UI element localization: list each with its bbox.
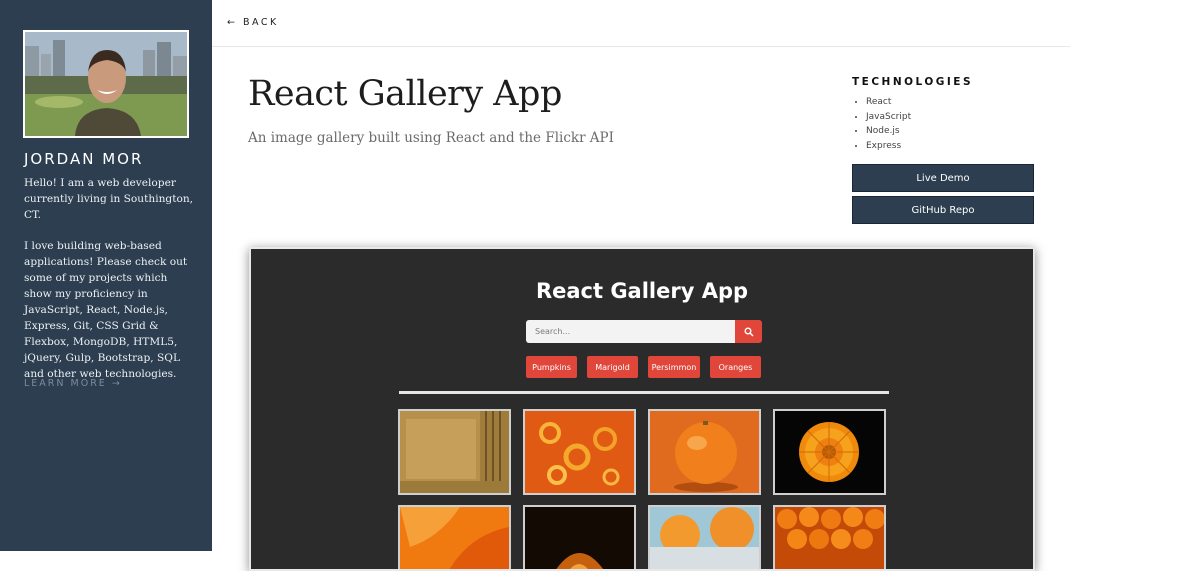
technologies-list: React JavaScript Node.js Express — [852, 95, 911, 153]
profile-bio: Hello! I am a web developer currently li… — [24, 175, 196, 397]
preview-app-title: React Gallery App — [535, 279, 749, 303]
gallery-thumbnail[interactable] — [773, 505, 886, 569]
search-icon — [744, 327, 754, 337]
gallery-thumbnail[interactable] — [648, 409, 761, 495]
preview-search-input[interactable] — [526, 320, 735, 343]
gallery-thumbnail[interactable] — [523, 409, 636, 495]
technologies-heading: TECHNOLOGIES — [852, 76, 974, 88]
profile-name: JORDAN MOR — [24, 150, 144, 168]
top-bar: ← BACK — [212, 0, 1070, 47]
bio-paragraph: I love building web-based applications! … — [24, 240, 188, 380]
preview-search-button[interactable] — [735, 320, 762, 343]
project-screenshot: React Gallery App Pumpkins Marigold Pers… — [249, 247, 1035, 571]
technology-item: Node.js — [866, 124, 911, 139]
github-repo-button[interactable]: GitHub Repo — [852, 196, 1034, 224]
project-title: React Gallery App — [248, 74, 562, 114]
technology-item: Express — [866, 139, 911, 154]
bio-paragraph: Hello! I am a web developer currently li… — [24, 177, 194, 221]
technology-item: JavaScript — [866, 110, 911, 125]
avatar — [23, 30, 189, 138]
project-subtitle: An image gallery built using React and t… — [248, 130, 614, 146]
preview-search-form — [526, 320, 762, 343]
gallery-thumbnail[interactable] — [398, 505, 511, 569]
preview-nav-oranges[interactable]: Oranges — [710, 356, 761, 378]
sidebar: JORDAN MOR Hello! I am a web developer c… — [0, 0, 212, 551]
gallery-thumbnail[interactable] — [648, 505, 761, 569]
gallery-thumbnail[interactable] — [523, 505, 636, 569]
back-link[interactable]: ← BACK — [227, 17, 279, 28]
gallery-thumbnail[interactable] — [773, 409, 886, 495]
gallery-thumbnail[interactable] — [398, 409, 511, 495]
live-demo-button[interactable]: Live Demo — [852, 164, 1034, 192]
preview-nav-marigold[interactable]: Marigold — [587, 356, 638, 378]
preview-nav-persimmon[interactable]: Persimmon — [648, 356, 700, 378]
preview-divider — [399, 391, 889, 394]
technology-item: React — [866, 95, 911, 110]
preview-nav-pumpkins[interactable]: Pumpkins — [526, 356, 577, 378]
learn-more-link[interactable]: LEARN MORE → — [24, 378, 122, 389]
